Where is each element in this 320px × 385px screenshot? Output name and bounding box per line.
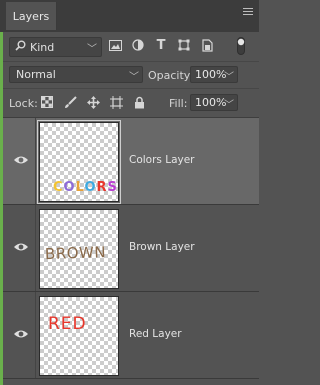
svg-text:BROWN: BROWN: [45, 243, 107, 263]
shape-filter-icon[interactable]: [177, 38, 191, 52]
layer-row-colors[interactable]: COLORS Colors Layer: [3, 118, 259, 205]
blend-mode-select[interactable]: Normal ﹀: [9, 66, 143, 83]
chevron-down-icon: ﹀: [129, 72, 139, 83]
thumbnail-letter: L: [76, 180, 85, 195]
fill-value: 100%: [195, 96, 227, 109]
image-filter-icon[interactable]: [108, 38, 122, 52]
lock-all-icon[interactable]: [132, 95, 146, 109]
divider: [35, 118, 36, 204]
thumbnail-letter: C: [53, 180, 64, 195]
filter-kind-select[interactable]: Kind ﹀: [9, 37, 102, 57]
chevron-down-icon: ﹀: [87, 44, 97, 55]
panel-menu-icon[interactable]: [243, 6, 255, 20]
thumbnail-letter: O: [64, 180, 76, 195]
layer-name[interactable]: Brown Layer: [129, 241, 195, 253]
chevron-down-icon[interactable]: ﹀: [224, 68, 234, 83]
layer-thumbnail-art: RED: [48, 314, 87, 334]
chevron-down-icon[interactable]: ﹀: [224, 96, 234, 111]
blend-opacity-row: Normal ﹀ Opacity: 100% ﹀: [3, 62, 259, 89]
type-filter-icon[interactable]: T: [154, 38, 168, 53]
lock-position-icon[interactable]: [86, 95, 100, 109]
lock-artboard-icon[interactable]: [109, 95, 123, 109]
lock-fill-row: Lock: Fill: 100% ﹀: [3, 89, 259, 118]
svg-text:COLORS: COLORS: [53, 180, 118, 195]
adjustment-filter-icon[interactable]: [131, 38, 145, 52]
tab-layers[interactable]: Layers: [6, 2, 57, 30]
blend-mode-value: Normal: [16, 68, 56, 81]
thumbnail-letter: S: [108, 180, 118, 195]
search-icon: [15, 40, 26, 54]
visibility-eye-icon[interactable]: [13, 154, 29, 166]
layer-name[interactable]: Red Layer: [129, 328, 182, 340]
fill-label: Fill:: [169, 97, 188, 110]
layer-thumbnail[interactable]: BROWN: [39, 209, 119, 289]
layer-thumbnail[interactable]: RED: [39, 296, 119, 376]
svg-text:RED: RED: [48, 314, 87, 334]
visibility-eye-icon[interactable]: [13, 241, 29, 253]
layer-thumbnail-art: BROWN: [45, 243, 107, 263]
filter-toggle-icon[interactable]: [237, 37, 245, 55]
thumbnail-letter: O: [84, 180, 96, 195]
divider: [35, 205, 36, 291]
lock-image-pixels-icon[interactable]: [63, 95, 77, 109]
smart-object-filter-icon[interactable]: [200, 38, 214, 52]
panel-tab-bar: Layers: [0, 0, 259, 32]
layer-thumbnail[interactable]: COLORS: [37, 120, 121, 204]
lock-label: Lock:: [9, 97, 38, 110]
divider: [35, 292, 36, 378]
layer-filter-row: Kind ﹀ T: [3, 32, 259, 62]
thumbnail-letter: R: [97, 180, 108, 195]
layer-row-red[interactable]: RED Red Layer: [3, 292, 259, 379]
layer-thumbnail-art: COLORS: [53, 180, 118, 195]
fill-field[interactable]: 100% ﹀: [190, 94, 238, 111]
layer-row-brown[interactable]: BROWN Brown Layer: [3, 205, 259, 292]
visibility-eye-icon[interactable]: [13, 328, 29, 340]
layer-name[interactable]: Colors Layer: [129, 154, 195, 166]
filter-kind-label: Kind: [30, 40, 55, 54]
opacity-value: 100%: [195, 68, 227, 81]
lock-transparent-pixels-icon[interactable]: [40, 95, 54, 109]
opacity-label: Opacity:: [148, 69, 194, 82]
opacity-field[interactable]: 100% ﹀: [190, 66, 238, 83]
